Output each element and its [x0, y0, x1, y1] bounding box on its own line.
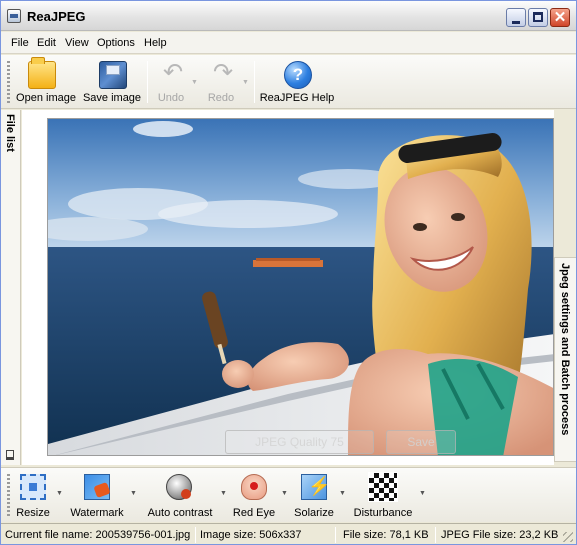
- open-image-label: Open image: [16, 92, 76, 104]
- resize-label: Resize: [16, 507, 50, 519]
- redo-dropdown-icon[interactable]: ▼: [242, 79, 249, 86]
- status-divider: [195, 527, 196, 543]
- undo-icon: ↶: [162, 59, 184, 86]
- solarize-button[interactable]: Solarize: [293, 472, 335, 520]
- save-image-button[interactable]: Save image: [81, 59, 143, 105]
- app-window: ReaJPEG ✕ File Edit View Options Help Op…: [0, 0, 577, 545]
- undo-dropdown-icon[interactable]: ▼: [191, 79, 198, 86]
- effects-toolbar-grip[interactable]: [7, 474, 10, 516]
- file-list-tab[interactable]: File list: [1, 110, 21, 465]
- jpeg-settings-tab-label: Jpeg settings and Batch process: [559, 263, 571, 436]
- menu-view[interactable]: View: [65, 37, 89, 49]
- status-bar: Current file name: 200539756-001.jpg Ima…: [1, 523, 576, 544]
- solarize-dropdown-icon[interactable]: ▼: [339, 490, 346, 497]
- jpeg-quality-control[interactable]: JPEG Quality 75: [225, 430, 374, 454]
- minimize-button[interactable]: [506, 8, 526, 27]
- watermark-dropdown-icon[interactable]: ▼: [130, 490, 137, 497]
- preview-photo: [47, 118, 554, 456]
- redo-icon: ↷: [212, 59, 234, 86]
- resize-button[interactable]: Resize: [14, 472, 52, 520]
- disturbance-dropdown-icon[interactable]: ▼: [419, 490, 426, 497]
- help-icon: ?: [284, 61, 312, 89]
- red-eye-label: Red Eye: [232, 507, 276, 519]
- close-icon: ✕: [553, 9, 567, 26]
- resize-grip[interactable]: [563, 532, 573, 542]
- save-image-icon: [99, 61, 127, 89]
- overlay-save-button[interactable]: Save: [386, 430, 456, 454]
- main-toolbar: Open image Save image ↶ Undo ▼ ↷ Redo ▼ …: [1, 55, 576, 109]
- app-icon: [7, 9, 21, 23]
- toolbar-grip[interactable]: [7, 61, 10, 103]
- folder-icon: [28, 57, 56, 89]
- file-list-tab-label: File list: [4, 114, 16, 152]
- auto-contrast-dropdown-icon[interactable]: ▼: [220, 490, 227, 497]
- watermark-icon: [84, 474, 110, 500]
- disturbance-label: Disturbance: [353, 507, 413, 519]
- disturbance-button[interactable]: Disturbance: [351, 472, 415, 520]
- save-image-label: Save image: [82, 92, 142, 104]
- red-eye-button[interactable]: Red Eye: [231, 472, 277, 520]
- resize-dropdown-icon[interactable]: ▼: [56, 490, 63, 497]
- menu-file[interactable]: File: [11, 37, 29, 49]
- solarize-label: Solarize: [294, 507, 334, 519]
- auto-contrast-icon: [166, 474, 192, 500]
- solarize-icon: [301, 474, 330, 500]
- photo-scene: [48, 119, 553, 455]
- resize-icon: [20, 474, 46, 500]
- close-button[interactable]: ✕: [550, 8, 570, 27]
- maximize-button[interactable]: [528, 8, 548, 27]
- redo-button[interactable]: ↷ Redo: [201, 59, 241, 105]
- disturbance-icon: [368, 472, 398, 502]
- maximize-icon: [533, 12, 543, 22]
- minimize-icon: [512, 21, 520, 24]
- menu-bar: File Edit View Options Help: [1, 32, 576, 54]
- toolbar-separator: [254, 61, 255, 103]
- red-eye-icon: [241, 474, 267, 500]
- window-title: ReaJPEG: [27, 9, 86, 24]
- effects-toolbar: Resize ▼ Watermark ▼ Auto contrast ▼ Red…: [1, 467, 576, 522]
- open-image-button[interactable]: Open image: [14, 57, 78, 105]
- red-eye-dropdown-icon[interactable]: ▼: [281, 490, 288, 497]
- status-file-size: File size: 78,1 KB: [343, 529, 429, 541]
- menu-options[interactable]: Options: [97, 37, 135, 49]
- status-divider: [335, 527, 336, 543]
- watermark-label: Watermark: [70, 507, 124, 519]
- title-bar[interactable]: ReaJPEG ✕: [1, 1, 576, 31]
- redo-label: Redo: [207, 92, 235, 104]
- auto-contrast-label: Auto contrast: [147, 507, 213, 519]
- help-button[interactable]: ? ReaJPEG Help: [259, 59, 335, 105]
- undo-label: Undo: [157, 92, 185, 104]
- status-image-size: Image size: 506x337: [200, 529, 302, 541]
- watermark-button[interactable]: Watermark: [67, 472, 127, 520]
- menu-edit[interactable]: Edit: [37, 37, 56, 49]
- undo-button[interactable]: ↶ Undo: [151, 59, 191, 105]
- status-current-file: Current file name: 200539756-001.jpg: [5, 529, 191, 541]
- toolbar-separator: [147, 61, 148, 103]
- auto-contrast-button[interactable]: Auto contrast: [143, 472, 217, 520]
- pin-icon[interactable]: [6, 450, 14, 460]
- help-label: ReaJPEG Help: [259, 92, 335, 104]
- status-divider: [435, 527, 436, 543]
- status-jpeg-file-size: JPEG File size: 23,2 KB: [441, 529, 559, 541]
- menu-help[interactable]: Help: [144, 37, 167, 49]
- jpeg-settings-tab[interactable]: Jpeg settings and Batch process: [554, 257, 576, 462]
